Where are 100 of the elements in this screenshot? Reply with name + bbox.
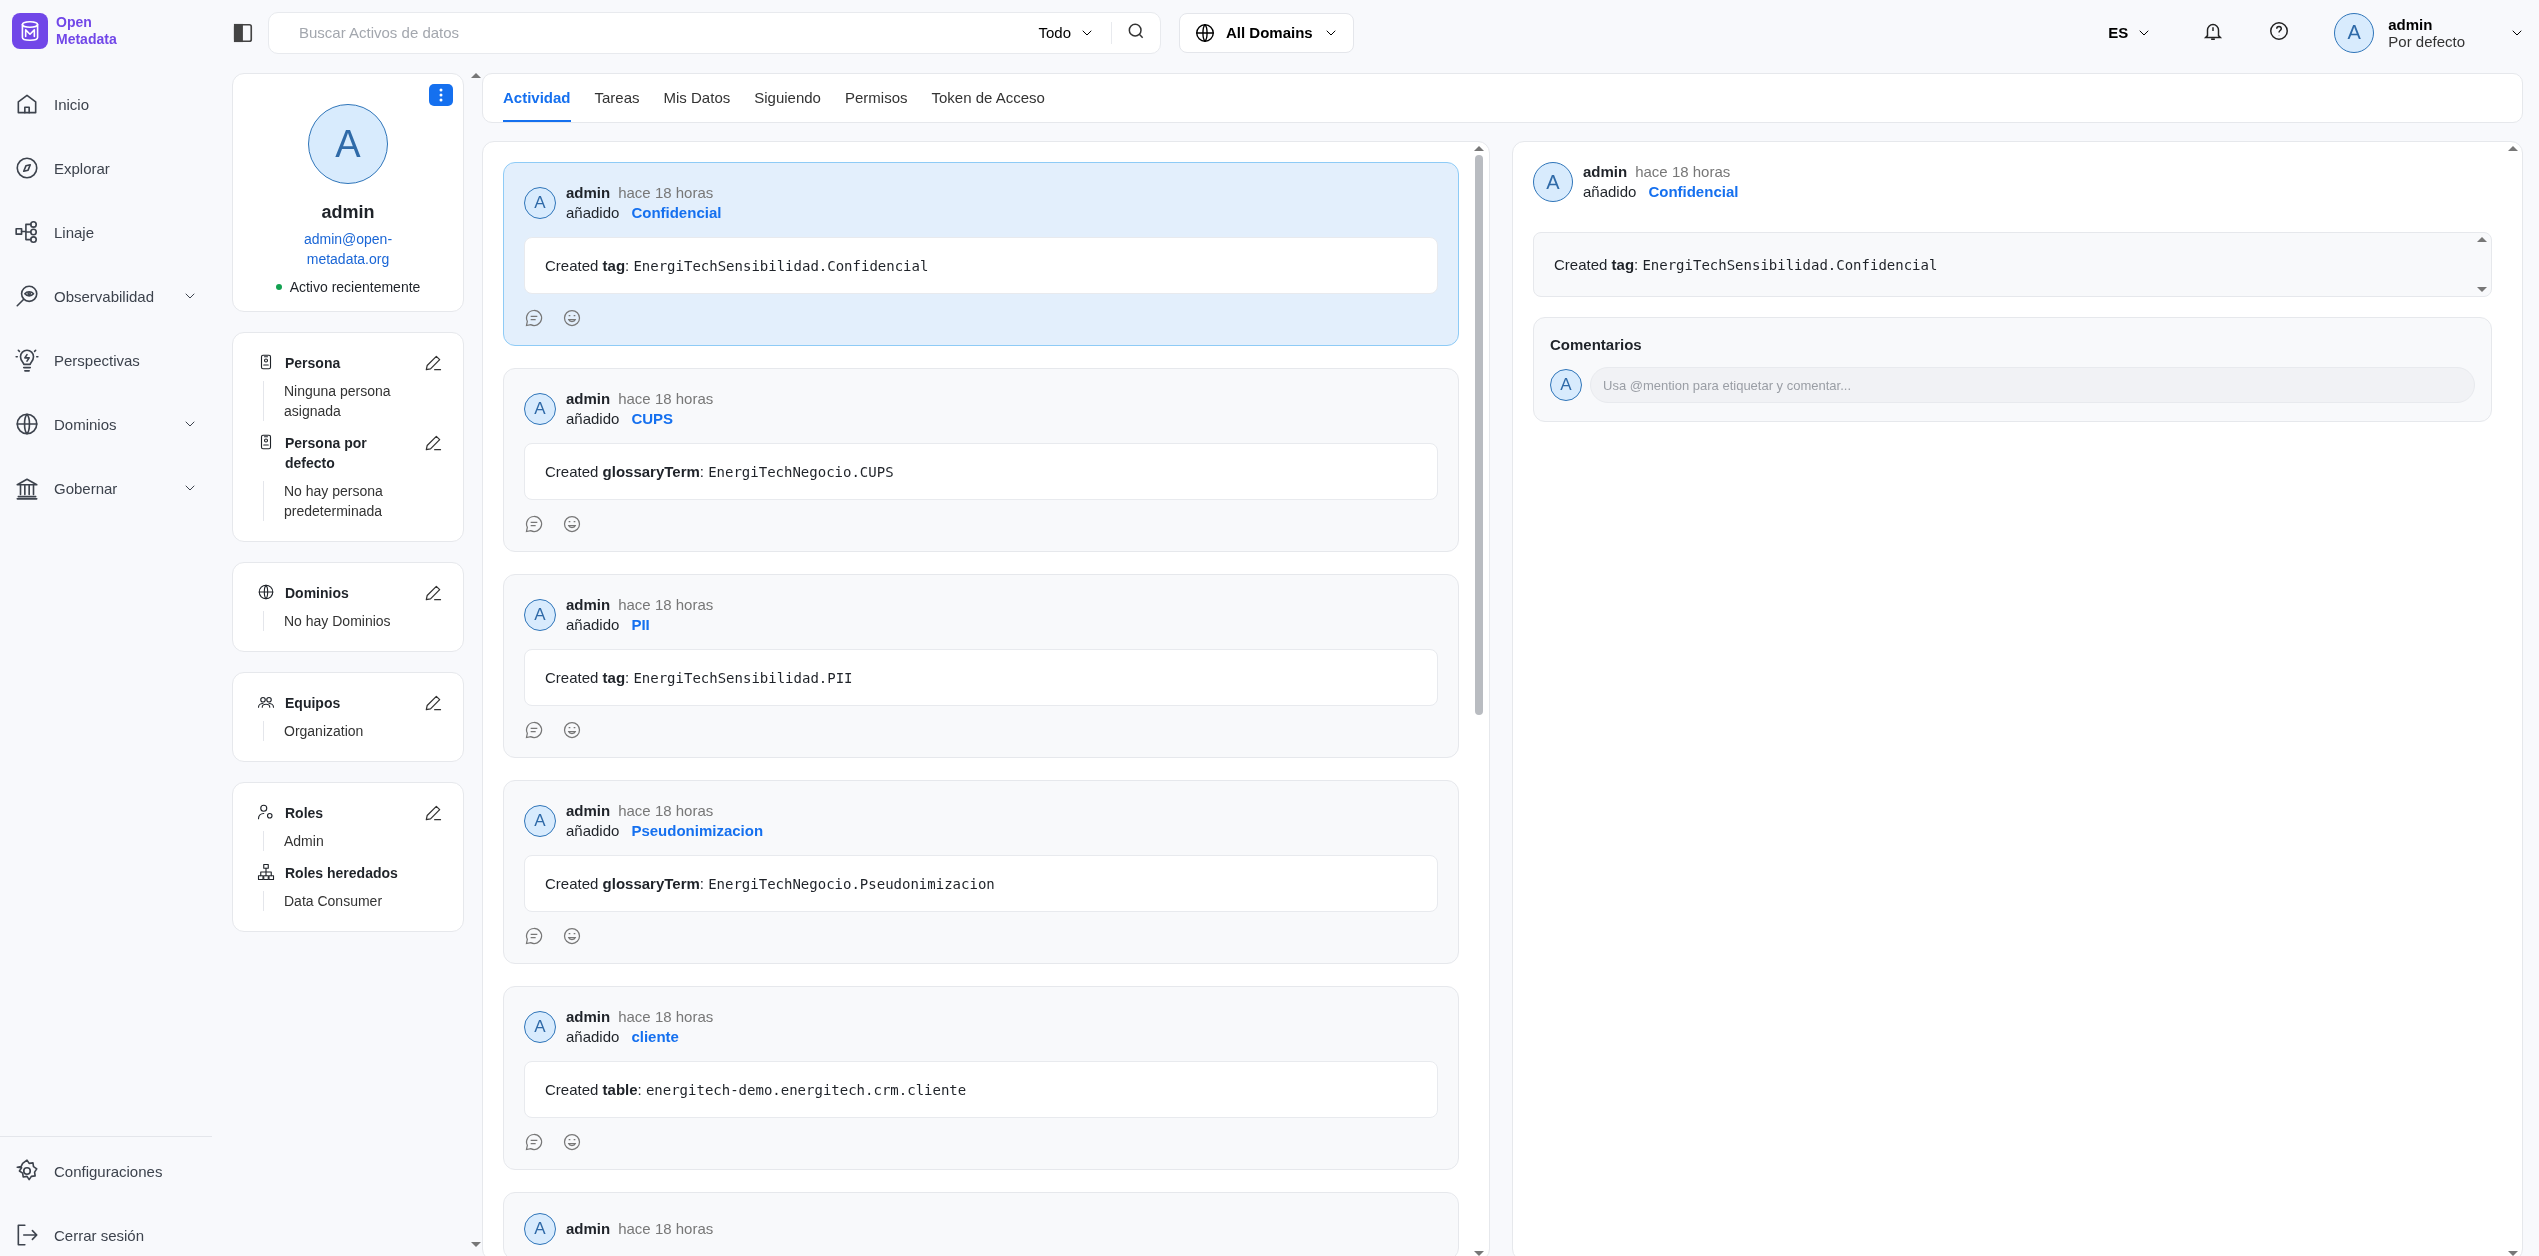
edit-button[interactable] [423, 433, 443, 453]
sidebar-item[interactable]: Observabilidad [0, 264, 212, 328]
tab[interactable]: Siguiendo [754, 74, 821, 122]
timestamp: hace 18 horas [1635, 162, 1731, 182]
entity-link[interactable]: Confidencial [631, 203, 722, 223]
user-menu[interactable]: A admin Por defecto [2334, 12, 2525, 53]
section-value: No hay Dominios [263, 611, 443, 631]
edit-button[interactable] [423, 583, 443, 603]
tab[interactable]: Tareas [594, 74, 640, 122]
user-avatar: A [1533, 162, 1573, 202]
timestamp: hace 18 horas [618, 595, 714, 615]
tab[interactable]: Permisos [844, 74, 908, 122]
section-value: Data Consumer [263, 891, 443, 911]
more-options-icon[interactable] [429, 84, 453, 106]
entity-link[interactable]: Pseudonimizacion [631, 821, 764, 841]
activity-card[interactable]: A admin hace 18 horas añadido CUPS Created glossaryTerm: EnergiTechNegocio.CUPS [503, 368, 1459, 552]
user-avatar: A [524, 599, 556, 631]
domain-dropdown[interactable]: All Domains [1179, 12, 1354, 53]
activity-card[interactable]: A admin hace 18 horas añadido Pseudonimizacion Created glossaryTerm: EnergiTechNegocio.Pseudonimizacion [503, 780, 1459, 964]
section-title: Persona [285, 354, 342, 373]
section-value: Organization [263, 721, 443, 741]
section-value: No hay persona predeterminada [263, 481, 443, 521]
entity-link[interactable]: cliente [631, 1027, 679, 1047]
user-name: admin [566, 801, 611, 821]
compass-icon [14, 155, 40, 181]
activity-card[interactable]: A admin hace 18 horas [503, 1192, 1459, 1256]
activity-card[interactable]: A admin hace 18 horas añadido cliente Created table: energitech-demo.energitech.crm.cliente [503, 986, 1459, 1170]
logo-text: Open Metadata [56, 14, 117, 48]
user-avatar: A [524, 187, 556, 219]
user-name: admin [566, 1219, 611, 1239]
status-text: Activo recientemente [289, 279, 421, 295]
search-field[interactable]: Buscar Activos de datos Todo [268, 11, 1161, 54]
hierarchy-icon [257, 863, 275, 881]
timestamp: hace 18 horas [618, 801, 714, 821]
globe-icon [14, 411, 40, 437]
edit-button[interactable] [423, 803, 443, 823]
activity-card[interactable]: A admin hace 18 horas añadido Confidencial Created tag: EnergiTechSensibilidad.Confidencial [503, 162, 1459, 346]
user-avatar: A [524, 1213, 556, 1245]
timestamp: hace 18 horas [618, 389, 714, 409]
email-link[interactable]: admin@open-metadata.org [293, 229, 403, 269]
edit-button[interactable] [423, 353, 443, 373]
section-title: Roles heredados [285, 864, 399, 883]
activity-message: Created glossaryTerm: EnergiTechNegocio.CUPS [545, 463, 895, 480]
section-value: Admin [263, 831, 443, 851]
sidebar-item[interactable]: Explorar [0, 136, 212, 200]
comment-input[interactable]: Usa @mention para etiquetar y comentar... [1590, 367, 2475, 403]
profile-avatar: A [308, 104, 388, 184]
edit-button[interactable] [423, 693, 443, 713]
timestamp: hace 18 horas [618, 183, 714, 203]
tab[interactable]: Actividad [503, 74, 571, 122]
activity-message: Created tag: EnergiTechSensibilidad.PII [545, 669, 854, 686]
action-text: añadido [1583, 182, 1637, 202]
activity-message: Created tag: EnergiTechSensibilidad.Confidencial [1554, 256, 1939, 273]
profile-name: admin [321, 202, 375, 223]
sidebar-item[interactable]: Cerrar sesión [0, 1203, 212, 1256]
pencil-icon [423, 353, 443, 373]
pencil-icon [423, 583, 443, 603]
pencil-icon [423, 693, 443, 713]
sidebar-item[interactable]: Linaje [0, 200, 212, 264]
entity-link[interactable]: CUPS [631, 409, 674, 429]
timestamp: hace 18 horas [618, 1007, 714, 1027]
timestamp: hace 18 horas [618, 1219, 714, 1239]
action-text: añadido [566, 615, 620, 635]
sidebar-item[interactable]: Inicio [0, 72, 212, 136]
globe-icon [257, 583, 275, 601]
entity-link[interactable]: Confidencial [1648, 182, 1739, 202]
activity-message: Created glossaryTerm: EnergiTechNegocio.Pseudonimizacion [545, 875, 996, 892]
sidebar-item[interactable]: Configuraciones [0, 1139, 212, 1203]
sidebar-toggle-icon[interactable] [232, 21, 254, 44]
user-name: admin [566, 595, 611, 615]
action-text: añadido [566, 409, 620, 429]
pencil-icon [423, 433, 443, 453]
action-text: añadido [566, 203, 620, 223]
action-text: añadido [566, 1027, 620, 1047]
section-title: Equipos [285, 694, 342, 713]
user-name: admin [1583, 162, 1628, 182]
magnifier-eye-icon [14, 283, 40, 309]
pencil-icon [423, 803, 443, 823]
user-name: admin [566, 389, 611, 409]
user-avatar: A [524, 805, 556, 837]
section-title: Dominios [285, 584, 350, 603]
language-dropdown[interactable]: ES [2102, 23, 2159, 42]
activity-message: Created table: energitech-demo.energitech.crm.cliente [545, 1081, 968, 1098]
nodes-icon [14, 219, 40, 245]
tab[interactable]: Mis Datos [663, 74, 731, 122]
user-name: admin [566, 183, 611, 203]
section-title: Roles [285, 804, 325, 823]
comments-title: Comentarios [1550, 336, 1643, 353]
activity-card[interactable]: A admin hace 18 horas añadido PII Created tag: EnergiTechSensibilidad.PII [503, 574, 1459, 758]
sidebar-item[interactable]: Gobernar [0, 456, 212, 520]
section-title: Persona por defecto [285, 434, 368, 473]
sidebar-item[interactable]: Dominios [0, 392, 212, 456]
filter-dropdown[interactable]: Todo [1022, 21, 1112, 44]
user-name: admin [566, 1007, 611, 1027]
tab[interactable]: Token de Acceso [931, 74, 1045, 122]
lightbulb-icon [14, 347, 40, 373]
sidebar-item[interactable]: Perspectivas [0, 328, 212, 392]
user-avatar: A [524, 1011, 556, 1043]
user-avatar: A [1550, 369, 1582, 401]
entity-link[interactable]: PII [631, 615, 650, 635]
